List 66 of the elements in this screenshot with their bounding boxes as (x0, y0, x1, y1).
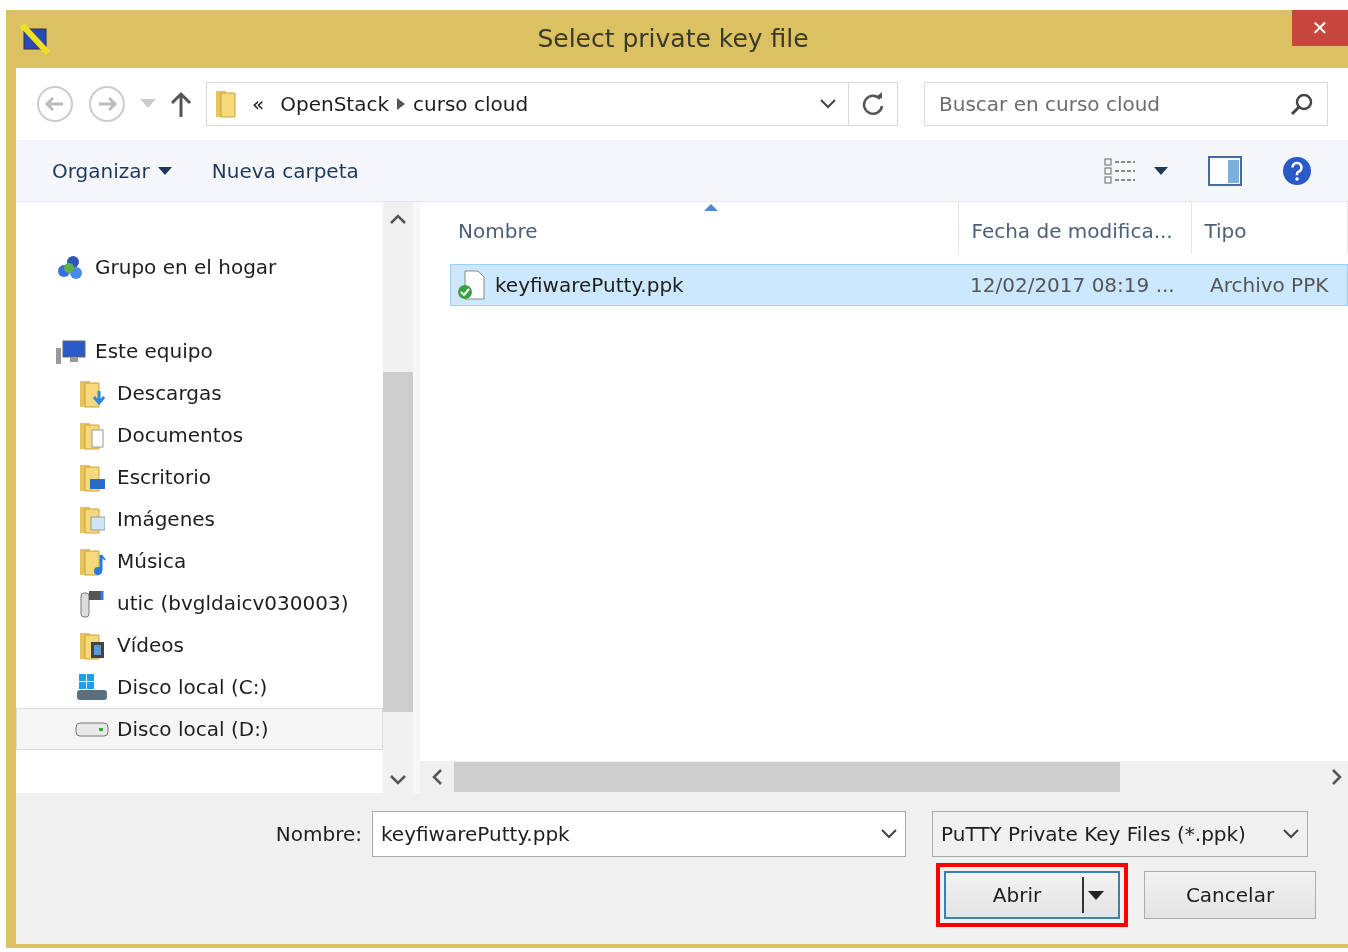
scroll-up-icon[interactable] (390, 214, 406, 224)
list-view-icon (1104, 157, 1136, 184)
pictures-folder-icon (79, 504, 105, 534)
navigation-item[interactable]: Documentos (16, 414, 383, 456)
drive-icon (75, 721, 109, 737)
sort-arrow-icon (704, 204, 718, 211)
file-name: keyfiwarePutty.ppk (495, 272, 685, 299)
caret-icon (1154, 166, 1168, 175)
organize-button[interactable]: Organizar (52, 155, 172, 186)
navigation-item[interactable]: Imágenes (16, 498, 383, 540)
dropdown-chevron-icon[interactable] (820, 99, 836, 109)
column-header[interactable]: Fecha de modifica... (959, 202, 1193, 254)
file-type-dropdown[interactable]: PuTTY Private Key Files (*.ppk) (932, 811, 1308, 857)
navigation-item[interactable]: Escritorio (16, 456, 383, 498)
breadcrumb[interactable]: curso cloud (405, 89, 537, 119)
up-arrow-icon[interactable] (170, 91, 192, 117)
help-icon[interactable] (1282, 155, 1312, 186)
desktop-folder-icon (79, 462, 105, 492)
navigation-item[interactable]: Grupo en el hogar (16, 246, 383, 288)
navigation-item[interactable]: Disco local (C:) (16, 666, 383, 708)
close-button[interactable]: ✕ (1292, 10, 1348, 46)
system-drive-icon (75, 672, 109, 702)
file-type: Archivo PPK (1210, 272, 1329, 299)
refresh-icon[interactable] (861, 92, 885, 116)
open-split-button[interactable]: Abrir (944, 871, 1120, 919)
modified-date: 12/02/2017 08:19 ... (970, 272, 1176, 299)
horizontal-scrollbar[interactable] (420, 761, 1348, 793)
navigation-item[interactable]: Vídeos (16, 624, 383, 666)
dropdown-chevron-icon (1283, 829, 1299, 839)
column-header[interactable]: Tipo (1192, 202, 1348, 254)
file-row[interactable]: keyfiwarePutty.ppk 12/02/2017 08:19 ... Archivo PPK (450, 264, 1348, 306)
scroll-down-icon[interactable] (390, 775, 406, 785)
document-check-icon (457, 270, 485, 300)
view-options-button[interactable] (1104, 157, 1168, 184)
scroll-left-icon[interactable] (432, 769, 442, 785)
filename-label: Nombre: (274, 821, 363, 848)
navigation-item[interactable]: Descargas (16, 372, 383, 414)
breadcrumb-arrow-icon (397, 98, 406, 110)
dropdown-chevron-icon (881, 829, 897, 839)
music-folder-icon (78, 546, 106, 576)
computer-icon (54, 337, 86, 365)
navigation-item[interactable]: utic (bvgldaicv030003) (16, 582, 383, 624)
new-folder-button[interactable]: Nueva carpeta (211, 155, 359, 186)
downloads-folder-icon (79, 378, 105, 408)
search-field[interactable]: Buscar en curso cloud (924, 82, 1328, 126)
preview-pane-icon[interactable] (1208, 155, 1242, 186)
navigation-item[interactable]: Música (16, 540, 383, 582)
caret-icon (157, 166, 172, 175)
caret-icon (1088, 890, 1104, 900)
vertical-scrollbar[interactable] (383, 202, 413, 793)
scroll-right-icon[interactable] (1332, 769, 1342, 785)
documents-folder-icon (79, 420, 105, 450)
address-bar[interactable]: « OpenStack curso cloud (206, 82, 898, 126)
folder-icon (215, 89, 236, 119)
search-icon[interactable] (1290, 92, 1314, 116)
overflow-chevron[interactable]: « (244, 89, 273, 119)
filename-field[interactable]: keyfiwarePutty.ppk (372, 811, 906, 857)
videos-folder-icon (79, 630, 105, 660)
navigation-item[interactable]: Este equipo (16, 330, 383, 372)
navigation-item[interactable]: Disco local (D:) (16, 708, 383, 750)
window-title: Select private key file (537, 24, 809, 54)
cancel-button[interactable]: Cancelar (1144, 871, 1316, 919)
breadcrumb[interactable]: OpenStack (272, 89, 398, 119)
column-header[interactable]: Nombre (446, 202, 960, 254)
homegroup-icon (56, 253, 84, 281)
network-drive-icon (80, 588, 104, 618)
